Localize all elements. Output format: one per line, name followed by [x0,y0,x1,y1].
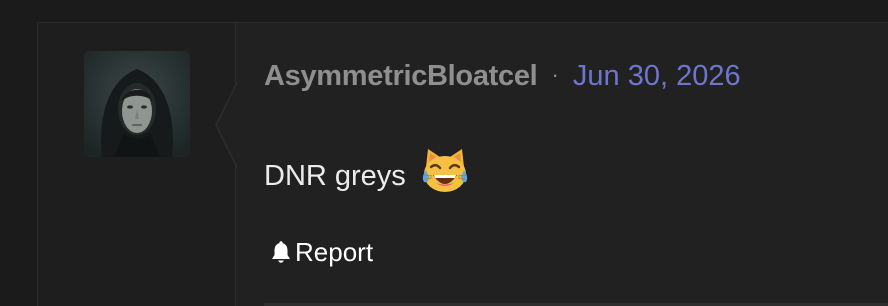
joy-cat-icon [422,149,467,192]
report-link[interactable]: Report [295,237,373,268]
forum-post: AsymmetricBloatcel · Jun 30, 2026 DNR gr… [37,22,888,306]
avatar-image [84,51,190,157]
meta-separator: · [551,62,559,87]
avatar[interactable] [84,51,190,157]
username-link[interactable]: AsymmetricBloatcel [264,60,538,92]
post-actions: Report [270,237,373,268]
message-text: DNR greys [264,160,406,192]
post-user-column [38,23,236,306]
bell-icon [272,240,290,263]
post-date-link[interactable]: Jun 30, 2026 [573,60,741,92]
post-meta: AsymmetricBloatcel · Jun 30, 2026 [264,57,741,94]
page: AsymmetricBloatcel · Jun 30, 2026 DNR gr… [0,0,888,306]
post-message: DNR greys [264,145,470,200]
post-content: AsymmetricBloatcel · Jun 30, 2026 DNR gr… [264,23,888,306]
